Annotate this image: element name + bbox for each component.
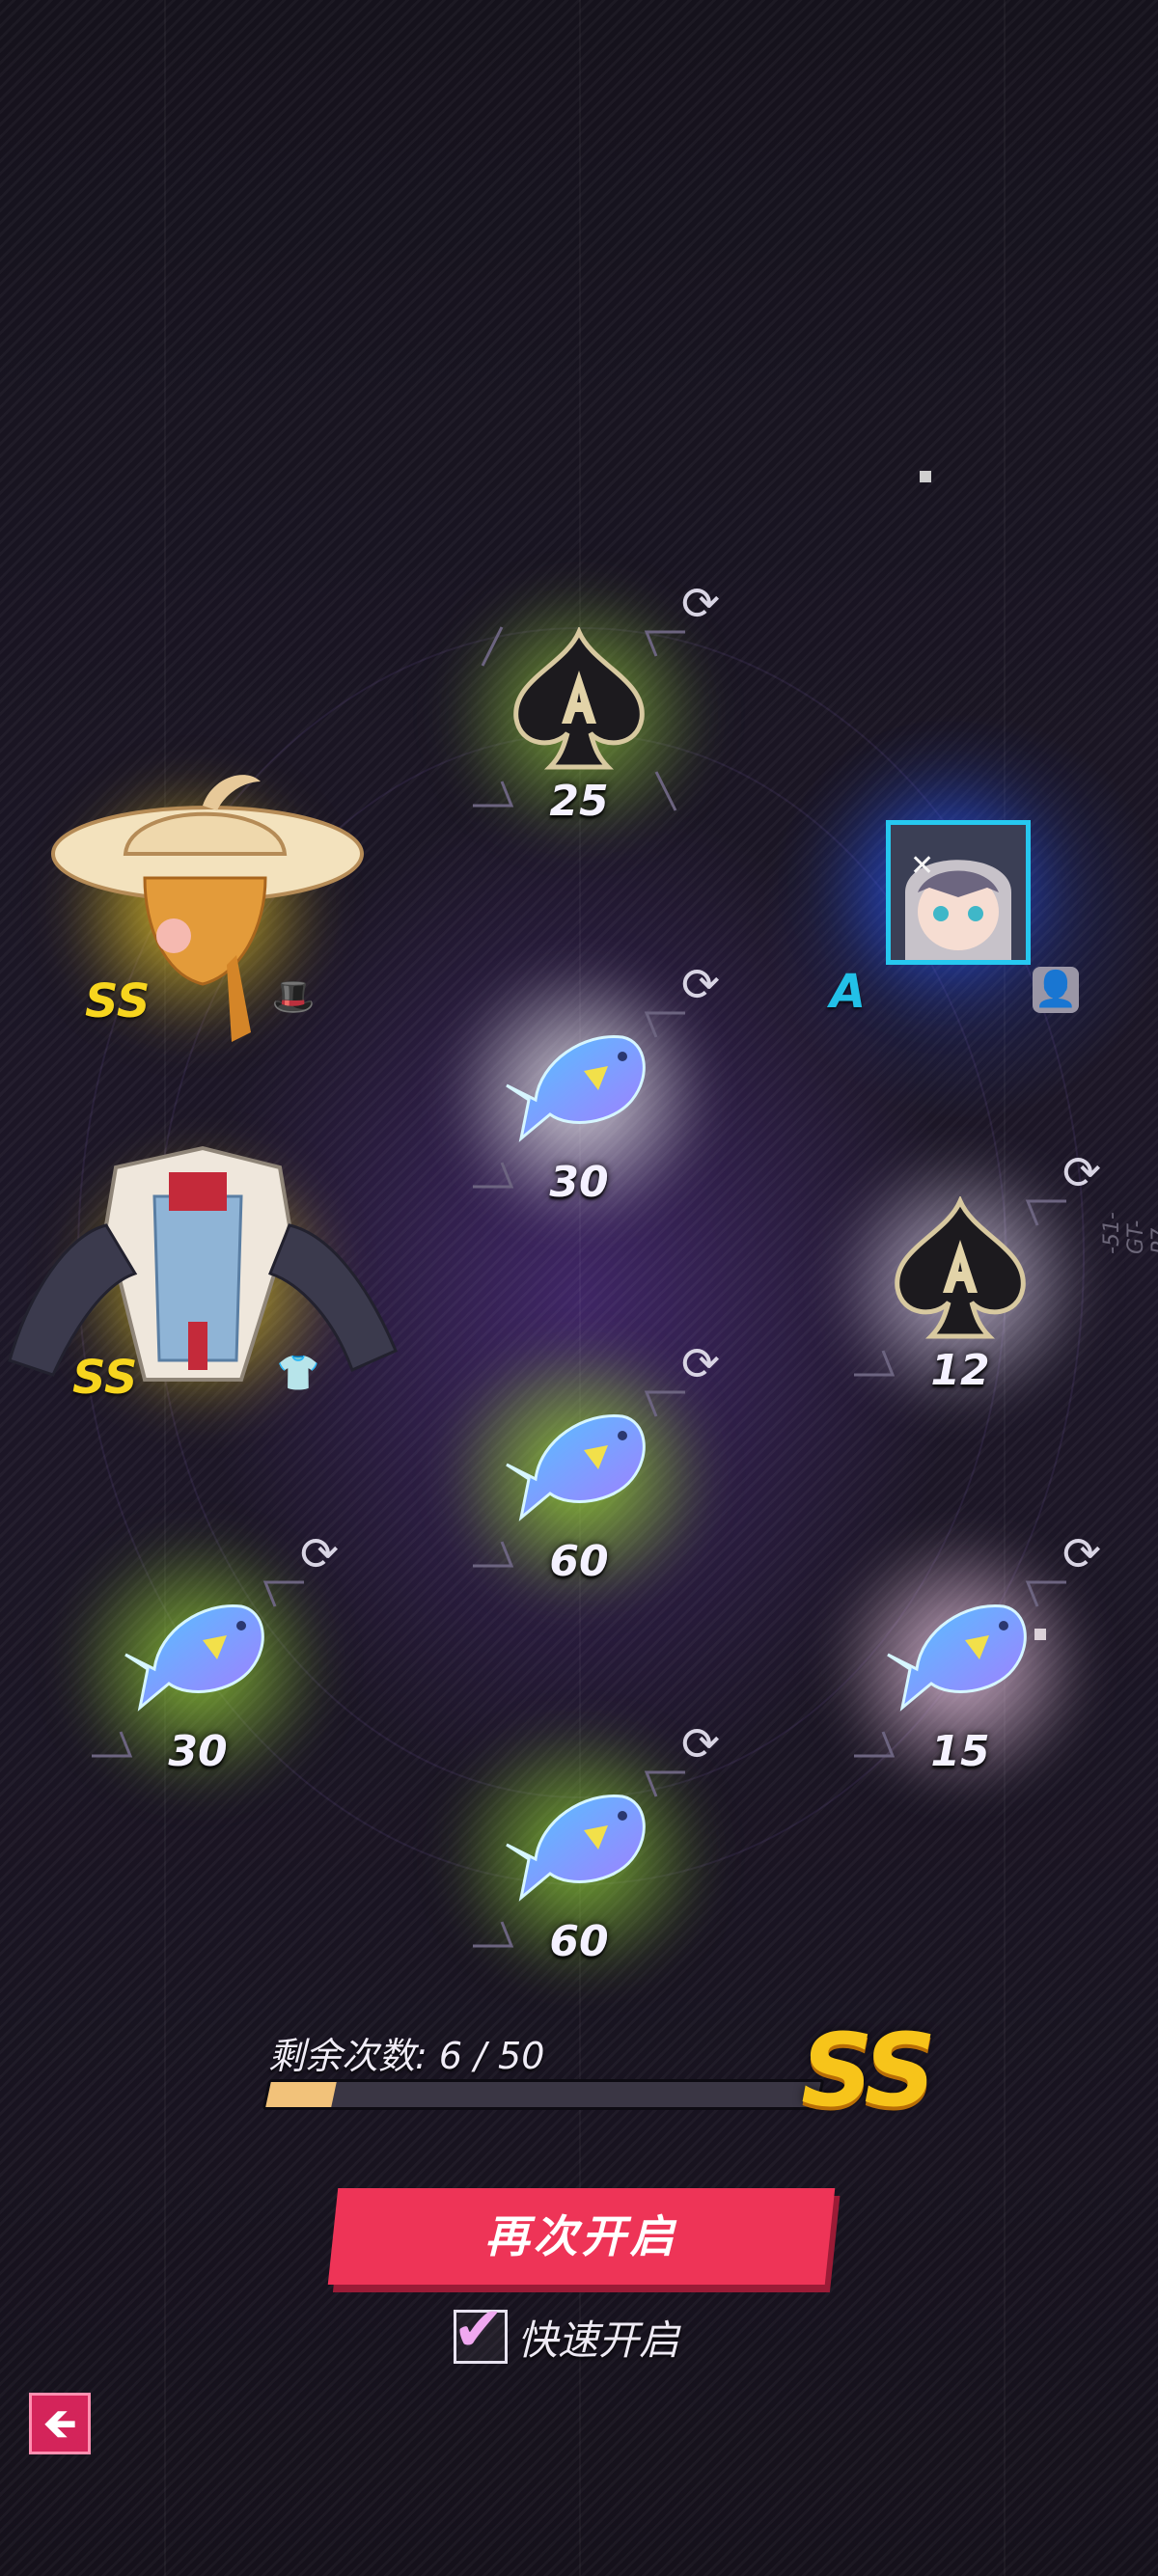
costume-hat-slot[interactable]: SS 🎩 — [19, 753, 367, 1061]
reward-slot[interactable]: ⟳ 15 — [786, 1520, 1134, 1809]
reward-count: 30 — [549, 1158, 609, 1207]
arrow-left-icon: 🡸 — [42, 2399, 77, 2449]
reward-slot[interactable]: ⟳ 25 — [405, 569, 753, 859]
reward-slot[interactable]: ⟳ 30 — [405, 950, 753, 1240]
checkmark-icon: ✔ — [453, 2294, 505, 2366]
reward-count: 15 — [930, 1727, 990, 1776]
grade-label: SS — [85, 974, 151, 1028]
back-button[interactable]: 🡸 — [29, 2393, 91, 2454]
reopen-button[interactable]: 再次开启 — [327, 2188, 836, 2285]
reward-count: 25 — [549, 777, 609, 826]
refresh-icon[interactable]: ⟳ — [676, 960, 726, 1010]
costume-jacket-slot[interactable]: SS 👕 — [0, 1129, 405, 1438]
side-code-text: -51-GT-P7- — [1100, 1212, 1158, 1254]
progress-bar — [262, 2079, 825, 2110]
quick-open-toggle[interactable]: ✔ 快速开启 — [453, 2299, 680, 2368]
quick-open-checkbox[interactable]: ✔ — [453, 2299, 508, 2364]
tiny-marker — [920, 471, 931, 482]
reward-slot[interactable]: ⟳ 12 — [786, 1138, 1134, 1428]
svg-text:✕: ✕ — [910, 849, 934, 883]
avatar-frame: ✕ — [886, 820, 1031, 965]
portrait-icon: 👤 — [1033, 967, 1079, 1013]
refresh-icon[interactable]: ⟳ — [1057, 1529, 1107, 1579]
reopen-button-label: 再次开启 — [484, 2211, 678, 2261]
reward-count: 30 — [168, 1727, 228, 1776]
quick-open-label: 快速开启 — [517, 2316, 680, 2364]
grade-label: SS — [72, 1351, 138, 1405]
reward-slot[interactable]: ⟳ 60 — [405, 1329, 753, 1619]
avatar-portrait-image: ✕ — [891, 825, 1026, 960]
jacket-costume-image — [8, 1145, 398, 1382]
fish-icon — [887, 1603, 1027, 1712]
grade-badge: SS — [801, 2012, 936, 2129]
refresh-icon[interactable]: ⟳ — [294, 1529, 345, 1579]
fish-icon — [506, 1413, 646, 1521]
shirt-icon: 👕 — [276, 1354, 320, 1393]
spade-ace-icon — [513, 627, 645, 770]
spade-ace-icon — [895, 1196, 1026, 1339]
refresh-icon[interactable]: ⟳ — [676, 1339, 726, 1389]
refresh-icon[interactable]: ⟳ — [1057, 1148, 1107, 1198]
grade-label: A — [830, 965, 867, 1019]
refresh-icon[interactable]: ⟳ — [676, 1719, 726, 1769]
fish-icon — [124, 1603, 264, 1712]
reward-count: 60 — [549, 1917, 609, 1966]
fish-icon — [506, 1034, 646, 1142]
costume-avatar-slot[interactable]: ✕ A 👤 — [801, 762, 1119, 1052]
reward-count: 60 — [549, 1537, 609, 1586]
progress-fill — [265, 2082, 338, 2107]
hat-icon: 🎩 — [271, 977, 316, 1017]
remaining-count-label: 剩余次数: 6 / 50 — [268, 2035, 545, 2077]
reward-slot[interactable]: ⟳ 60 — [405, 1710, 753, 1999]
reward-slot[interactable]: ⟳ 30 — [24, 1520, 372, 1809]
fish-icon — [506, 1794, 646, 1902]
reward-count: 12 — [930, 1346, 990, 1395]
refresh-icon[interactable]: ⟳ — [676, 579, 726, 629]
